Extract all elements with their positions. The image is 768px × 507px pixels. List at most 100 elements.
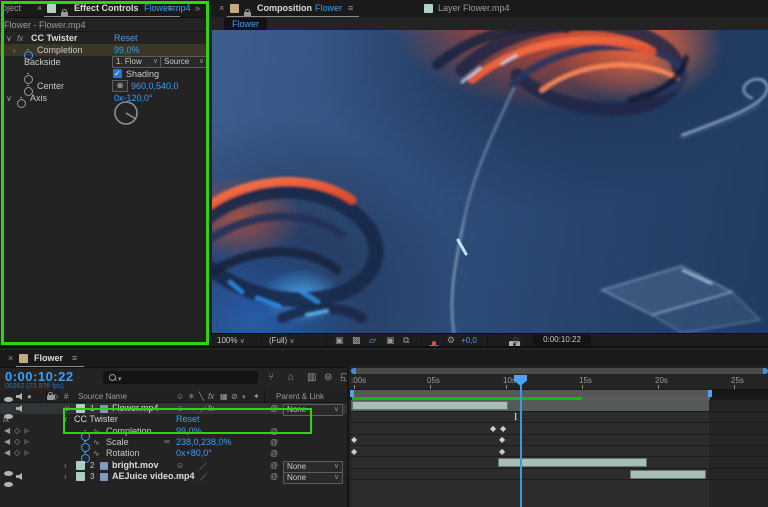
prev-keyframe-icon[interactable]: ◀ bbox=[4, 449, 10, 457]
layer-color-swatch[interactable] bbox=[76, 404, 85, 413]
property-name[interactable]: Completion bbox=[106, 426, 152, 436]
parent-link-column-header[interactable]: Parent & Link bbox=[276, 392, 324, 401]
source-name-column-header[interactable]: Source Name bbox=[78, 392, 127, 401]
parent-dropdown[interactable]: None ∨ bbox=[283, 471, 343, 484]
adjustment-layer-icon[interactable]: ◐ bbox=[242, 392, 247, 401]
reset-link[interactable]: Reset bbox=[176, 414, 200, 424]
motion-blur-icon[interactable]: ⊘ bbox=[231, 392, 238, 401]
shy-toggle-icon[interactable]: ☺ bbox=[176, 404, 184, 413]
expander-icon[interactable]: ∨ bbox=[6, 34, 12, 43]
layer-color-swatch[interactable] bbox=[76, 461, 85, 470]
pickwhip-icon[interactable]: @ bbox=[270, 472, 278, 481]
audio-toggle-icon[interactable] bbox=[16, 405, 22, 412]
graph-icon[interactable]: ∿ bbox=[93, 449, 100, 458]
overflow-icon[interactable]: » bbox=[195, 3, 200, 13]
exposure-value[interactable]: +0,0 bbox=[461, 336, 477, 345]
panel-menu-icon[interactable]: ≡ bbox=[168, 3, 173, 13]
property-label[interactable]: Center bbox=[37, 81, 64, 91]
expander-icon[interactable]: ∨ bbox=[64, 404, 70, 413]
tab-project-partial[interactable]: oject bbox=[2, 3, 21, 13]
3d-layer-icon[interactable]: ✦ bbox=[253, 392, 260, 401]
exposure-gear-icon[interactable]: ⚙ bbox=[447, 335, 455, 346]
property-name[interactable]: Scale bbox=[106, 437, 129, 447]
always-preview-icon[interactable]: ▣ bbox=[335, 335, 344, 346]
layer-name[interactable]: Flower.mp4 bbox=[112, 403, 159, 413]
work-area-start-bracket[interactable] bbox=[350, 390, 354, 397]
property-name[interactable]: Rotation bbox=[106, 448, 140, 458]
video-toggle-icon[interactable] bbox=[4, 482, 13, 487]
pickwhip-icon[interactable]: @ bbox=[270, 404, 278, 413]
completion-value[interactable]: 99,0% bbox=[114, 45, 140, 55]
tab-composition-file[interactable]: Flower bbox=[315, 3, 342, 13]
pickwhip-icon[interactable]: @ bbox=[270, 461, 278, 470]
layer-color-swatch[interactable] bbox=[76, 472, 85, 481]
expander-icon[interactable]: › bbox=[13, 46, 16, 55]
close-icon[interactable]: × bbox=[8, 353, 13, 363]
keyframe-diamond[interactable]: ◆ bbox=[499, 436, 505, 444]
audio-column-icon[interactable] bbox=[16, 393, 22, 400]
property-label[interactable]: Backside bbox=[24, 57, 61, 67]
property-label[interactable]: Completion bbox=[37, 45, 83, 55]
keyframe-diamond[interactable]: ◆ bbox=[351, 448, 357, 456]
prev-keyframe-icon[interactable]: ◀ bbox=[4, 427, 10, 435]
panel-menu-icon[interactable]: ≡ bbox=[72, 353, 77, 363]
expander-icon[interactable]: › bbox=[64, 472, 67, 481]
expander-icon[interactable]: ∨ bbox=[62, 415, 68, 424]
mask-visibility-icon[interactable]: ▣ bbox=[386, 335, 395, 346]
next-keyframe-icon[interactable]: ▶ bbox=[24, 427, 30, 435]
property-value[interactable]: 238,0,238,0% bbox=[176, 437, 232, 447]
crosshair-button[interactable]: ⊕ bbox=[112, 80, 128, 92]
effect-group-name[interactable]: CC Twister bbox=[74, 414, 118, 424]
viewer-timecode[interactable]: 0:00:10:22 bbox=[533, 335, 591, 345]
time-ruler[interactable]: :00s 05s 10s 15s 20s 25s bbox=[349, 374, 768, 390]
tab-composition[interactable]: Composition bbox=[257, 3, 312, 13]
layer-row-bright[interactable]: › 2 bright.mov ☺ ／ @ None ∨ bbox=[0, 460, 347, 476]
axis-dial[interactable] bbox=[112, 99, 140, 127]
shading-checkbox[interactable]: ✓ bbox=[113, 69, 122, 78]
layer-bar-flower[interactable] bbox=[352, 401, 508, 410]
add-keyframe-icon[interactable]: ◇ bbox=[14, 449, 20, 457]
pickwhip-icon[interactable]: @ bbox=[270, 427, 278, 436]
next-keyframe-icon[interactable]: ▶ bbox=[24, 438, 30, 446]
shy-icon[interactable]: ☺ bbox=[176, 392, 184, 401]
frame-blend-icon[interactable]: ▦ bbox=[220, 392, 228, 401]
property-row-scale[interactable]: ◀ ◇ ▶ ∿ Scale ∞ 238,0,238,0% @ bbox=[0, 437, 347, 452]
effect-row-completion[interactable]: › Completion 99,0% bbox=[0, 44, 209, 60]
tab-timeline-flower[interactable]: Flower bbox=[34, 353, 63, 363]
composition-image[interactable] bbox=[212, 30, 768, 333]
graph-icon[interactable]: ∿ bbox=[93, 438, 100, 447]
property-row-rotation[interactable]: ◀ ◇ ▶ ∿ Rotation 0x+80,0° @ bbox=[0, 448, 347, 463]
label-column-icon[interactable]: ⬖ bbox=[52, 392, 58, 401]
show-snapshot-icon[interactable]: ⊙ bbox=[512, 335, 520, 346]
tab-layer-flower[interactable]: Layer Flower.mp4 bbox=[438, 3, 510, 13]
reset-link[interactable]: Reset bbox=[114, 33, 138, 43]
stopwatch-icon[interactable] bbox=[17, 97, 26, 108]
solo-column-icon[interactable]: ● bbox=[27, 392, 32, 401]
shy-toggle-icon[interactable]: ☺ bbox=[176, 472, 184, 481]
composition-flowchart-icon[interactable]: ⑂ bbox=[268, 372, 274, 383]
draft-3d-icon[interactable]: ⌂ bbox=[288, 372, 294, 383]
transparency-grid-icon[interactable]: ▱ bbox=[369, 335, 376, 346]
resolution-dropdown[interactable]: (Full) ∨ bbox=[269, 336, 295, 345]
layer-row-aejuice[interactable]: › 3 AEJuice video.mp4 ☺ ／ @ None ∨ bbox=[0, 471, 347, 487]
frame-blending-icon[interactable]: ▥ bbox=[307, 372, 316, 383]
center-value[interactable]: 960,0,540,0 bbox=[131, 81, 179, 91]
pickwhip-icon[interactable]: @ bbox=[270, 438, 278, 447]
property-label[interactable]: Axis bbox=[30, 93, 47, 103]
fx-icon[interactable]: fx bbox=[208, 392, 214, 401]
number-column-header[interactable]: # bbox=[64, 392, 68, 401]
effect-group-row[interactable]: fx ∨ CC Twister Reset bbox=[0, 414, 347, 426]
effect-name[interactable]: CC Twister bbox=[31, 33, 77, 43]
shy-toggle-icon[interactable]: ☺ bbox=[176, 461, 184, 470]
add-keyframe-icon[interactable]: ◇ bbox=[14, 427, 20, 435]
link-icon[interactable]: ∞ bbox=[164, 437, 170, 446]
source-dropdown[interactable]: Source ∨ bbox=[160, 56, 208, 68]
backside-dropdown[interactable]: 1. Flow ∨ bbox=[112, 56, 162, 68]
breadcrumb-flower[interactable]: Flower bbox=[224, 18, 268, 30]
property-row-completion[interactable]: ◀ ◇ ▶ ∿ Completion 99,0% @ bbox=[0, 426, 347, 441]
close-icon[interactable]: × bbox=[219, 3, 224, 13]
magnification-dropdown[interactable]: 100% ∨ bbox=[217, 336, 245, 345]
keyframe-diamond[interactable]: ◆ bbox=[351, 436, 357, 444]
keyframe-diamond[interactable]: ◆ bbox=[490, 425, 496, 433]
fx-toggle-icon[interactable]: fx bbox=[208, 404, 214, 413]
